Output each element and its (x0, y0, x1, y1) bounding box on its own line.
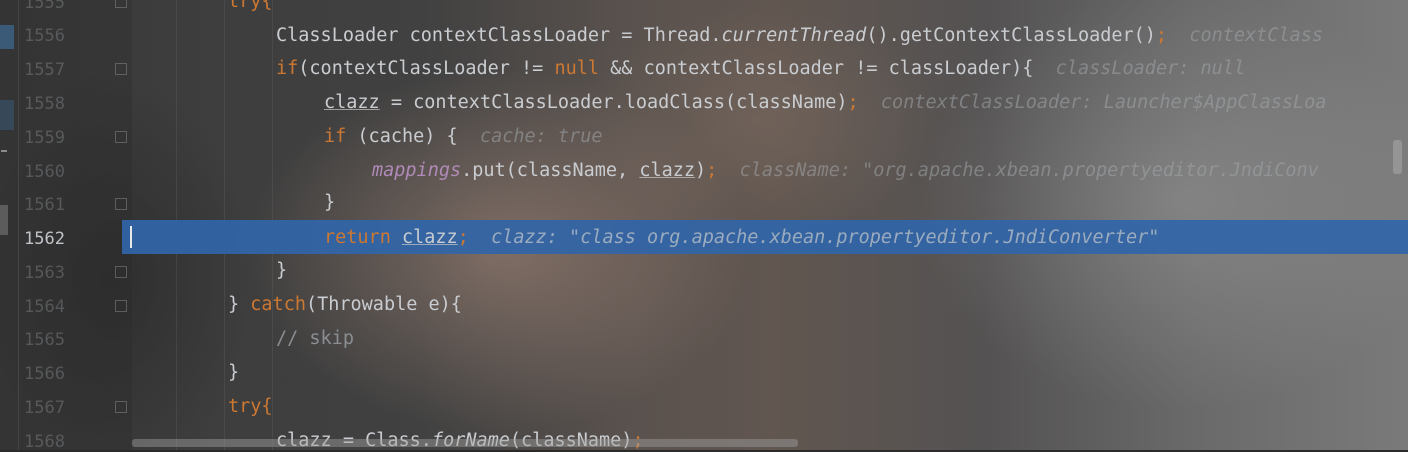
inline-debug-value: contextClassLoader: Launcher$AppClassLoa (880, 92, 1327, 113)
line-number: 1568 (24, 432, 65, 452)
code-line-1564[interactable]: } catch(Throwable e){ (228, 294, 462, 316)
line-number: 1555 (24, 0, 65, 13)
code-line-1565[interactable]: // skip (276, 328, 354, 350)
code-line-1560[interactable]: mappings.put(className, clazz); classNam… (372, 160, 1319, 182)
semicolon-token: ; (706, 160, 718, 181)
code-line-1555[interactable]: try{ (228, 0, 273, 13)
code-line-1557[interactable]: if(contextClassLoader != null && context… (276, 58, 1245, 80)
line-number: 1559 (24, 128, 65, 148)
semicolon-token: ; (457, 227, 469, 248)
inline-debug-value: classLoader: null (1055, 58, 1246, 79)
line-number: 1556 (24, 26, 65, 46)
keyword-token: if (324, 126, 347, 147)
line-number: 1561 (24, 195, 65, 215)
change-marker (0, 205, 8, 235)
code-token: ClassLoader contextClassLoader = Thread. (276, 25, 722, 46)
vertical-scrollbar[interactable] (1393, 140, 1402, 174)
current-line-number: 1562 (24, 229, 65, 249)
code-token: (cache) { (346, 126, 458, 147)
code-token: (contextClassLoader != (298, 58, 555, 79)
gutter-divider (18, 0, 19, 450)
line-number: 1560 (24, 162, 65, 182)
fold-marker-icon[interactable] (115, 300, 127, 312)
line-number: 1566 (24, 364, 65, 384)
inline-debug-value: className: "org.apache.xbean.propertyedi… (739, 160, 1319, 181)
keyword-token: try{ (228, 0, 273, 12)
code-token: } (228, 294, 251, 315)
line-number: 1563 (24, 263, 65, 283)
inline-debug-value: cache: true (479, 126, 603, 147)
code-line-1562[interactable]: return clazz; clazz: "class org.apache.x… (324, 227, 1159, 249)
code-token: && contextClassLoader != classLoader){ (599, 58, 1034, 79)
variable-token: clazz (401, 227, 458, 248)
code-token: } (324, 192, 336, 213)
code-token: .put(className, (461, 160, 640, 181)
comment-token: // skip (276, 328, 354, 349)
code-line-1561[interactable]: } (324, 192, 335, 214)
code-token: (Throwable e){ (305, 294, 462, 315)
variable-token: clazz (639, 160, 696, 181)
keyword-token: catch (250, 294, 306, 315)
fold-marker-icon[interactable] (115, 0, 127, 8)
inline-debug-value: clazz: "class org.apache.xbean.propertye… (491, 227, 1160, 248)
keyword-token: if (276, 58, 299, 79)
code-token: } (228, 362, 240, 383)
bookmark-marker (0, 25, 14, 49)
fold-marker-icon[interactable] (115, 131, 127, 143)
code-line-1567[interactable]: try{ (228, 396, 273, 418)
fold-marker-icon[interactable] (115, 266, 127, 278)
keyword-token: return (324, 227, 391, 248)
code-token: = contextClassLoader.loadClass(className… (379, 92, 848, 113)
keyword-token: try{ (228, 396, 273, 417)
code-token: ().getContextClassLoader() (866, 25, 1156, 46)
line-number: 1557 (24, 60, 65, 80)
code-token: } (276, 260, 288, 281)
inline-debug-value: contextClass (1189, 25, 1323, 46)
line-number: 1564 (24, 297, 65, 317)
field-token: mappings (372, 160, 462, 181)
fold-marker-icon[interactable] (115, 63, 127, 75)
method-token: currentThread (721, 25, 867, 46)
code-line-1558[interactable]: clazz = contextClassLoader.loadClass(cla… (324, 92, 1326, 114)
line-number: 1567 (24, 398, 65, 418)
semicolon-token: ; (1155, 25, 1168, 46)
change-marker (0, 100, 14, 130)
semicolon-token: ; (847, 92, 859, 113)
code-line-1566[interactable]: } (228, 362, 239, 384)
text-caret (130, 226, 132, 248)
fold-marker-icon[interactable] (115, 198, 127, 210)
keyword-token: null (554, 58, 600, 79)
line-number: 1565 (24, 330, 65, 350)
code-line-1559[interactable]: if (cache) { cache: true (324, 126, 602, 148)
variable-token: clazz (324, 92, 380, 113)
horizontal-scrollbar[interactable] (132, 439, 798, 447)
fold-marker-icon[interactable] (115, 401, 127, 413)
collapse-icon[interactable] (1, 150, 7, 152)
code-line-1563[interactable]: } (276, 260, 287, 282)
code-line-1556[interactable]: ClassLoader contextClassLoader = Thread.… (276, 25, 1323, 47)
code-token: ) (695, 160, 707, 181)
line-number: 1558 (24, 94, 65, 114)
